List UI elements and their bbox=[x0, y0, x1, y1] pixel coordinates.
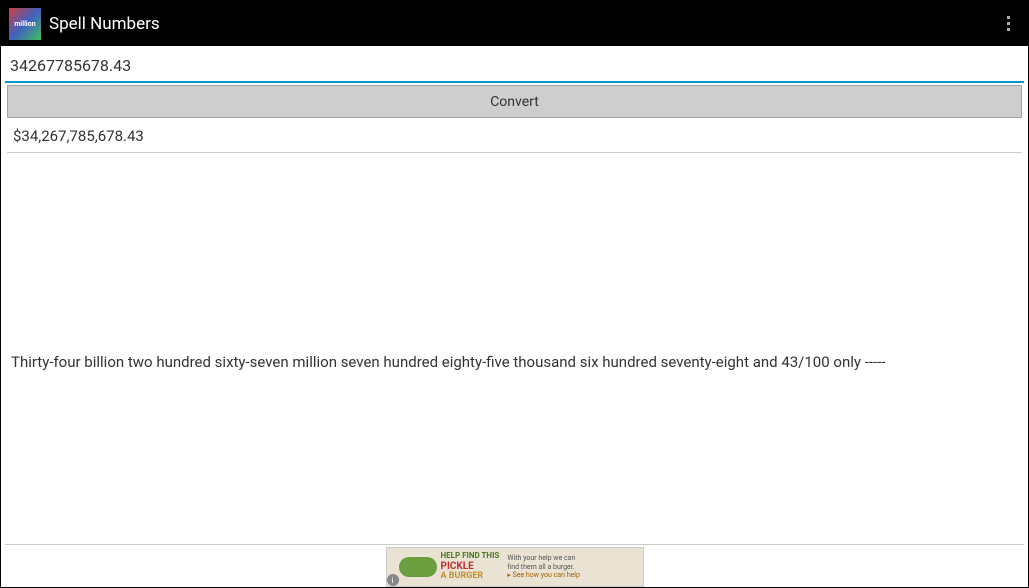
ad-banner[interactable]: i HELP FIND THIS PICKLE A BURGER With yo… bbox=[386, 547, 644, 587]
app-title: Spell Numbers bbox=[49, 14, 996, 34]
ad-right-cta: ▸ See how you can help bbox=[507, 571, 580, 579]
ad-line1: HELP FIND THIS bbox=[441, 552, 500, 561]
number-input[interactable] bbox=[5, 48, 1024, 83]
app-icon: million bbox=[9, 8, 41, 40]
overflow-menu-icon[interactable] bbox=[996, 4, 1020, 44]
ad-info-icon[interactable]: i bbox=[387, 574, 399, 586]
titlebar: million Spell Numbers bbox=[1, 1, 1028, 46]
ad-pickle-image bbox=[399, 557, 437, 577]
formatted-output: $34,267,785,678.43 bbox=[7, 120, 1022, 153]
spelled-output: Thirty-four billion two hundred sixty-se… bbox=[11, 353, 1018, 379]
ad-line3: A BURGER bbox=[441, 572, 500, 582]
ad-text-right: With your help we can find them all a bu… bbox=[507, 554, 580, 579]
app-icon-text: million bbox=[14, 20, 35, 28]
convert-button[interactable]: Convert bbox=[7, 85, 1022, 118]
ad-right1: With your help we can bbox=[507, 554, 580, 562]
content-area: Convert $34,267,785,678.43 Thirty-four b… bbox=[1, 46, 1028, 379]
ad-text-main: HELP FIND THIS PICKLE A BURGER bbox=[441, 552, 500, 582]
divider bbox=[5, 544, 1024, 545]
ad-right2: find them all a burger. bbox=[507, 563, 580, 571]
